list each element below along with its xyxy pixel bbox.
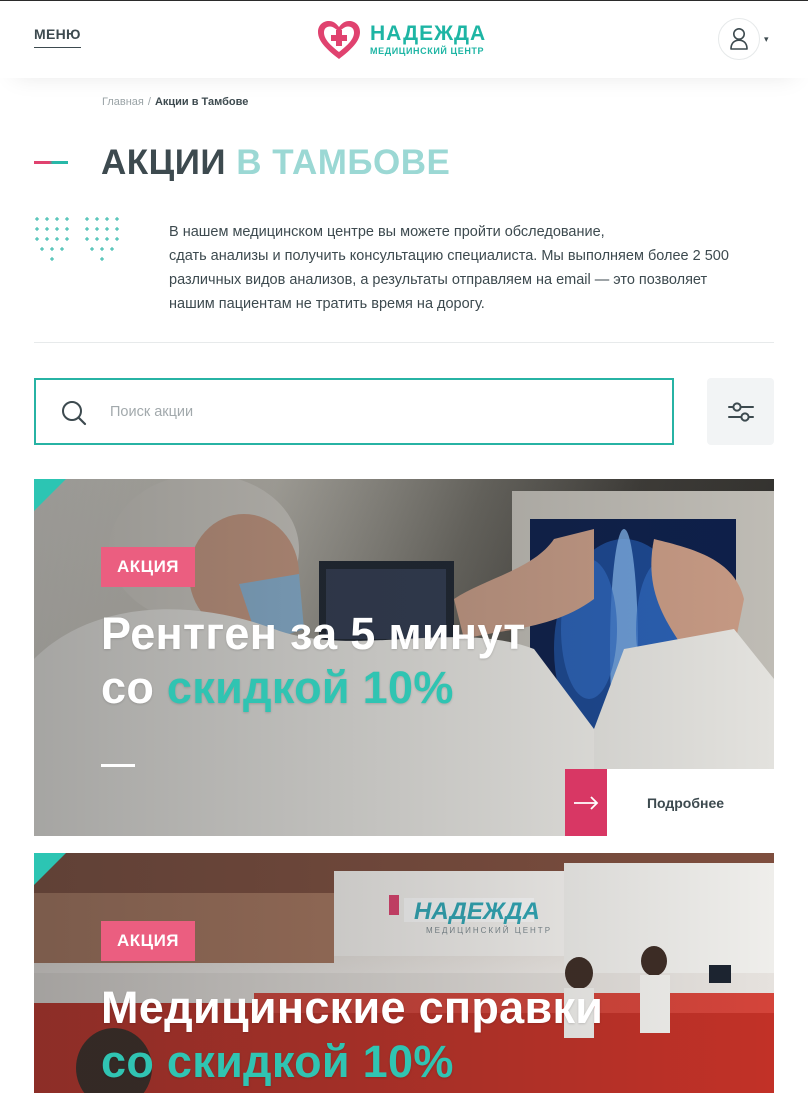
promo-title-accent: со скидкой 10%: [101, 1036, 454, 1087]
plus-dot: [45, 217, 49, 221]
intro-line: нашим пациентам не тратить время на доро…: [169, 296, 485, 312]
promo-dash: [101, 764, 135, 767]
plus-dot: [100, 257, 104, 261]
plus-dot: [65, 237, 69, 241]
user-menu[interactable]: ▾: [718, 18, 769, 60]
plus-dot: [85, 227, 89, 231]
promo-card[interactable]: АКЦИЯ Рентген за 5 минут со скидкой 10% …: [34, 479, 774, 836]
promo-title-line-2: со скидкой 10%: [101, 661, 526, 715]
filter-sliders-icon: [727, 401, 754, 422]
plus-dot: [105, 227, 109, 231]
plus-dot: [35, 217, 39, 221]
plus-dot: [50, 257, 54, 261]
plus-dot: [65, 227, 69, 231]
intro-line: В нашем медицинском центре вы можете про…: [169, 224, 605, 240]
breadcrumb-current: Акции в Тамбове: [154, 96, 249, 108]
plus-dot: [65, 217, 69, 221]
plus-dot: [45, 227, 49, 231]
intro-line: различных видов анализов, а результаты о…: [169, 272, 708, 288]
title-accent-line: [34, 161, 68, 164]
more-label[interactable]: Подробнее: [607, 769, 774, 836]
corner-accent: [34, 479, 66, 511]
heart-cross-logo-icon: [318, 21, 360, 59]
plus-dot: [35, 237, 39, 241]
breadcrumb-home-link[interactable]: Главная: [102, 96, 144, 108]
plus-dot: [85, 237, 89, 241]
page-title: АКЦИИ В ТАМБОВЕ: [101, 143, 450, 183]
user-icon: [730, 28, 748, 50]
logo-name: НАДЕЖДА: [370, 22, 487, 45]
plus-dot: [95, 217, 99, 221]
breadcrumb: Главная / Акции в Тамбове: [102, 96, 248, 108]
more-button[interactable]: Подробнее: [565, 769, 774, 836]
intro-paragraph: В нашем медицинском центре вы можете про…: [169, 220, 769, 316]
plus-dot: [115, 227, 119, 231]
logo-text: НАДЕЖДА МЕДИЦИНСКИЙ ЦЕНТР: [370, 23, 486, 57]
arrow-right-icon[interactable]: [565, 769, 607, 836]
search-icon[interactable]: [60, 399, 88, 427]
logo-subtitle: МЕДИЦИНСКИЙ ЦЕНТР: [370, 46, 485, 56]
promo-title-line-1: Медицинские справки: [101, 982, 604, 1033]
plus-dot: [110, 247, 114, 251]
plus-dot: [60, 247, 64, 251]
corner-accent: [34, 853, 66, 885]
promo-title-line-2: со скидкой 10%: [101, 1035, 603, 1089]
promo-title-plain: со: [101, 662, 167, 713]
plus-dot: [95, 237, 99, 241]
breadcrumb-separator: /: [147, 96, 151, 108]
plus-dot: [55, 227, 59, 231]
plus-dot: [85, 217, 89, 221]
page-title-accent: В ТАМБОВЕ: [236, 143, 451, 182]
section-divider: [34, 342, 774, 343]
promo-title-accent: скидкой 10%: [166, 662, 454, 713]
site-header: МЕНЮ НАДЕЖДА МЕДИЦИНСКИЙ ЦЕНТР ▾: [0, 0, 808, 78]
plus-dot: [40, 247, 44, 251]
decorative-plus-pattern-icon: [35, 217, 119, 261]
plus-dot: [115, 217, 119, 221]
user-avatar-button[interactable]: [718, 18, 760, 60]
menu-button[interactable]: МЕНЮ: [34, 26, 81, 48]
promo-title: Рентген за 5 минут со скидкой 10%: [101, 607, 526, 715]
promo-card[interactable]: НАДЕЖДА МЕДИЦИНСКИЙ ЦЕНТР АКЦИЯ Медицинс…: [34, 853, 774, 1093]
intro-line: сдать анализы и получить консультацию сп…: [169, 248, 729, 264]
plus-dot: [95, 227, 99, 231]
promo-title: Медицинские справки со скидкой 10%: [101, 981, 603, 1089]
promo-badge: АКЦИЯ: [101, 547, 196, 587]
plus-dot: [105, 217, 109, 221]
promo-title-line-1: Рентген за 5 минут: [101, 608, 526, 659]
page-title-main: АКЦИИ: [101, 143, 227, 182]
chevron-down-icon[interactable]: ▾: [764, 34, 769, 45]
plus-dot: [50, 247, 54, 251]
logo[interactable]: НАДЕЖДА МЕДИЦИНСКИЙ ЦЕНТР: [316, 19, 486, 61]
plus-dot: [55, 217, 59, 221]
search-box[interactable]: [34, 378, 674, 445]
plus-dot: [35, 227, 39, 231]
promo-badge: АКЦИЯ: [101, 921, 196, 961]
plus-dot: [100, 247, 104, 251]
filter-button[interactable]: [707, 378, 774, 445]
plus-dot: [55, 237, 59, 241]
plus-dot: [90, 247, 94, 251]
plus-dot: [115, 237, 119, 241]
plus-dot: [105, 237, 109, 241]
search-input[interactable]: [110, 380, 650, 443]
plus-dot: [45, 237, 49, 241]
